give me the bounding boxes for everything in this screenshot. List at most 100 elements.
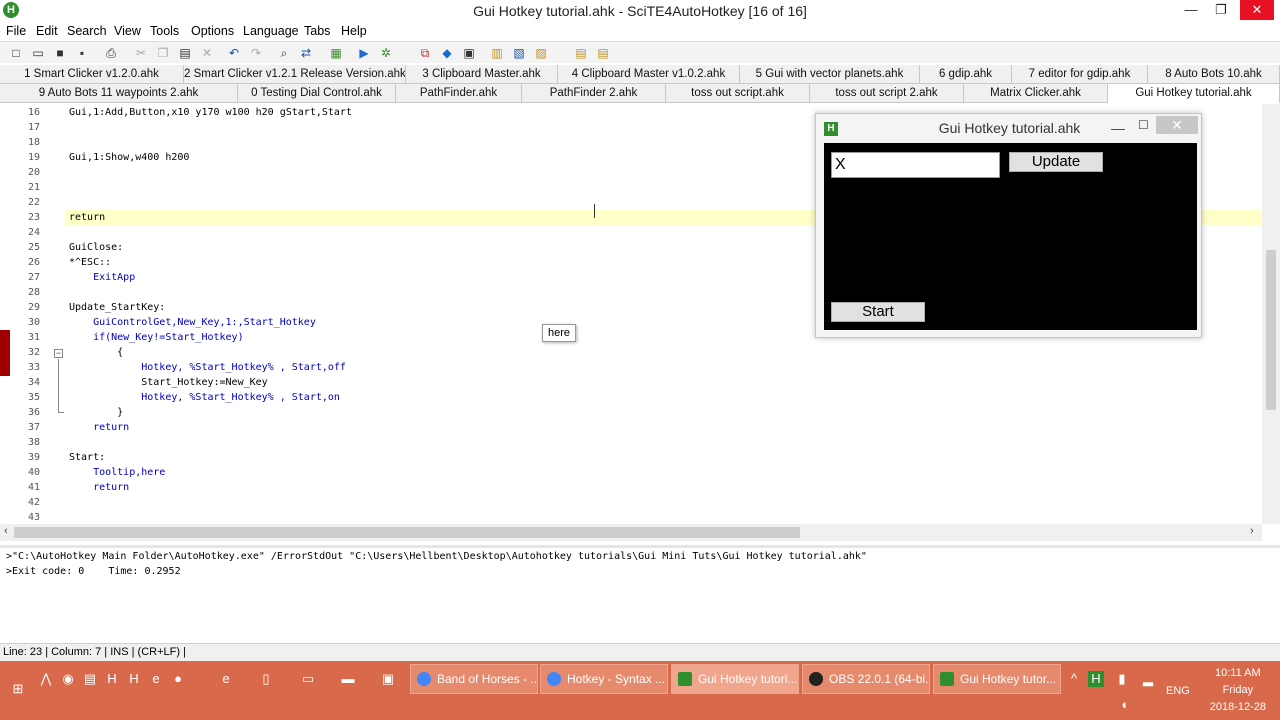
gui-maximize-button[interactable]: ☐ bbox=[1138, 118, 1149, 132]
tray-autohotkey-icon[interactable]: H bbox=[1088, 671, 1104, 687]
comment-icon[interactable]: ▤ bbox=[573, 45, 589, 61]
ie-icon[interactable]: e bbox=[218, 671, 234, 687]
code-line[interactable]: Start_Hotkey:=New_Key bbox=[69, 377, 267, 388]
code-line[interactable]: Tooltip,here bbox=[69, 467, 165, 478]
obs-icon[interactable]: ● bbox=[170, 671, 186, 687]
code-line[interactable]: Gui,1:Add,Button,x10 y170 w100 h20 gStar… bbox=[69, 107, 352, 118]
code-line[interactable]: GuiControlGet,New_Key,1:,Start_Hotkey bbox=[69, 317, 316, 328]
menu-options[interactable]: Options bbox=[191, 24, 234, 38]
taskbar-task-obs[interactable]: OBS 22.0.1 (64-bi... bbox=[802, 664, 930, 694]
tab-testing-dial[interactable]: 0 Testing Dial Control.ahk bbox=[238, 84, 396, 103]
open-folder-icon[interactable]: ▭ bbox=[30, 45, 46, 61]
scroll-right-icon[interactable]: › bbox=[1250, 525, 1254, 537]
maximize-button[interactable]: ❐ bbox=[1206, 0, 1236, 20]
compile-icon[interactable]: ▦ bbox=[328, 45, 344, 61]
print-icon[interactable]: ⎙ bbox=[103, 45, 119, 61]
find-icon[interactable]: ⌕ bbox=[276, 45, 292, 61]
tab-pathfinder[interactable]: PathFinder.ahk bbox=[396, 84, 522, 103]
app-icon-1[interactable]: ▯ bbox=[258, 671, 274, 687]
tab-toss-out-script[interactable]: toss out script.ahk bbox=[666, 84, 810, 103]
copy-icon[interactable]: ❐ bbox=[155, 45, 171, 61]
edge-icon[interactable]: e bbox=[148, 671, 164, 687]
code-line[interactable]: return bbox=[69, 482, 129, 493]
tab-clipboard-master-102[interactable]: 4 Clipboard Master v1.0.2.ahk bbox=[558, 65, 740, 84]
output-pane[interactable]: >"C:\AutoHotkey Main Folder\AutoHotkey.e… bbox=[0, 545, 1280, 643]
extra-icon[interactable]: ▤ bbox=[595, 45, 611, 61]
battery-icon[interactable]: ▮ bbox=[1114, 671, 1130, 687]
run-icon[interactable]: ▶ bbox=[356, 45, 372, 61]
menu-help[interactable]: Help bbox=[341, 24, 367, 38]
fold-toggle-icon[interactable]: − bbox=[54, 349, 63, 358]
menu-tabs[interactable]: Tabs bbox=[304, 24, 330, 38]
clock[interactable]: 10:11 AM Friday 2018-12-28 bbox=[1210, 665, 1266, 716]
taskbar-task-gui-hotkey-2[interactable]: Gui Hotkey tutor... bbox=[933, 664, 1061, 694]
code-line[interactable]: Start: bbox=[69, 452, 105, 463]
scroll-left-icon[interactable]: ‹ bbox=[4, 525, 8, 537]
debug-icon[interactable]: ✲ bbox=[378, 45, 394, 61]
chrome-icon[interactable]: ◉ bbox=[60, 671, 76, 687]
gui-hotkey-window[interactable]: H Gui Hotkey tutorial.ahk — ☐ ✕ X Update… bbox=[815, 113, 1202, 338]
menu-view[interactable]: View bbox=[114, 24, 141, 38]
smartgui-icon[interactable]: ▣ bbox=[461, 45, 477, 61]
code-line[interactable]: return bbox=[69, 212, 105, 223]
code-line[interactable]: { bbox=[69, 347, 123, 358]
new-file-icon[interactable]: □ bbox=[8, 45, 24, 61]
menu-file[interactable]: File bbox=[6, 24, 26, 38]
tab-clipboard-master[interactable]: 3 Clipboard Master.ahk bbox=[406, 65, 558, 84]
redo-icon[interactable]: ↷ bbox=[248, 45, 264, 61]
save-icon[interactable]: ■ bbox=[52, 45, 68, 61]
tab-gdip[interactable]: 6 gdip.ahk bbox=[920, 65, 1012, 84]
taskbar-task-band-of-horses[interactable]: Band of Horses - ... bbox=[410, 664, 538, 694]
tab-toss-out-script-2[interactable]: toss out script 2.ahk bbox=[810, 84, 964, 103]
gui-close-button[interactable]: ✕ bbox=[1156, 116, 1198, 134]
code-line[interactable]: GuiClose: bbox=[69, 242, 123, 253]
replace-icon[interactable]: ⇄ bbox=[298, 45, 314, 61]
app-icon-4[interactable]: ▣ bbox=[380, 671, 396, 687]
help-icon[interactable]: ▧ bbox=[511, 45, 527, 61]
vertical-scroll-thumb[interactable] bbox=[1266, 250, 1276, 410]
app-icon-3[interactable]: ▬ bbox=[340, 671, 356, 687]
cut-icon[interactable]: ✂ bbox=[133, 45, 149, 61]
taskbar-task-hotkey-syntax[interactable]: Hotkey - Syntax ... bbox=[540, 664, 668, 694]
hotkey-edit-field[interactable]: X bbox=[831, 152, 1000, 178]
start-button[interactable]: Start bbox=[831, 302, 925, 322]
minimize-button[interactable]: — bbox=[1176, 0, 1206, 20]
tab-pathfinder-2[interactable]: PathFinder 2.ahk bbox=[522, 84, 666, 103]
explorer-icon[interactable]: ▤ bbox=[82, 671, 98, 687]
tab-matrix-clicker[interactable]: Matrix Clicker.ahk bbox=[964, 84, 1108, 103]
tray-expand-icon[interactable]: ^ bbox=[1066, 671, 1082, 687]
autohotkey-2-icon[interactable]: H bbox=[126, 671, 142, 687]
tab-auto-bots-11[interactable]: 9 Auto Bots 11 waypoints 2.ahk bbox=[0, 84, 238, 103]
bookmark-icon[interactable]: ▨ bbox=[533, 45, 549, 61]
horizontal-scroll-thumb[interactable] bbox=[14, 527, 800, 538]
code-line[interactable]: return bbox=[69, 422, 129, 433]
settings-icon[interactable]: ◆ bbox=[439, 45, 455, 61]
tab-auto-bots-10[interactable]: 8 Auto Bots 10.ahk bbox=[1148, 65, 1280, 84]
code-line[interactable]: } bbox=[69, 407, 123, 418]
window-spy-icon[interactable]: ⧉ bbox=[417, 45, 433, 61]
tab-gui-hotkey-tutorial[interactable]: Gui Hotkey tutorial.ahk bbox=[1108, 84, 1280, 103]
tab-gui-vector-planets[interactable]: 5 Gui with vector planets.ahk bbox=[740, 65, 920, 84]
save-as-icon[interactable]: ▪ bbox=[74, 45, 90, 61]
menu-search[interactable]: Search bbox=[67, 24, 107, 38]
network-icon[interactable]: ▂ bbox=[1140, 671, 1156, 687]
folder-icon[interactable]: ▥ bbox=[489, 45, 505, 61]
gui-minimize-button[interactable]: — bbox=[1111, 120, 1125, 136]
code-line[interactable]: Gui,1:Show,w400 h200 bbox=[69, 152, 189, 163]
code-line[interactable]: Hotkey, %Start_Hotkey% , Start,on bbox=[69, 392, 340, 403]
tab-editor-gdip[interactable]: 7 editor for gdip.ahk bbox=[1012, 65, 1148, 84]
delete-icon[interactable]: ✕ bbox=[199, 45, 215, 61]
paste-icon[interactable]: ▤ bbox=[177, 45, 193, 61]
code-line[interactable]: if(New_Key!=Start_Hotkey) bbox=[69, 332, 244, 343]
autohotkey-icon[interactable]: H bbox=[104, 671, 120, 687]
code-line[interactable]: *^ESC:: bbox=[69, 257, 111, 268]
menu-language[interactable]: Language bbox=[243, 24, 299, 38]
pinned-app-icon[interactable]: ⋀ bbox=[38, 671, 54, 687]
tab-smart-clicker-121[interactable]: 2 Smart Clicker v1.2.1 Release Version.a… bbox=[184, 65, 406, 84]
code-line[interactable]: ExitApp bbox=[69, 272, 135, 283]
undo-icon[interactable]: ↶ bbox=[226, 45, 242, 61]
tab-smart-clicker-120[interactable]: 1 Smart Clicker v1.2.0.ahk bbox=[0, 65, 184, 84]
code-line[interactable]: Update_StartKey: bbox=[69, 302, 165, 313]
volume-icon[interactable]: ◖ bbox=[1116, 697, 1132, 713]
app-icon-2[interactable]: ▭ bbox=[300, 671, 316, 687]
